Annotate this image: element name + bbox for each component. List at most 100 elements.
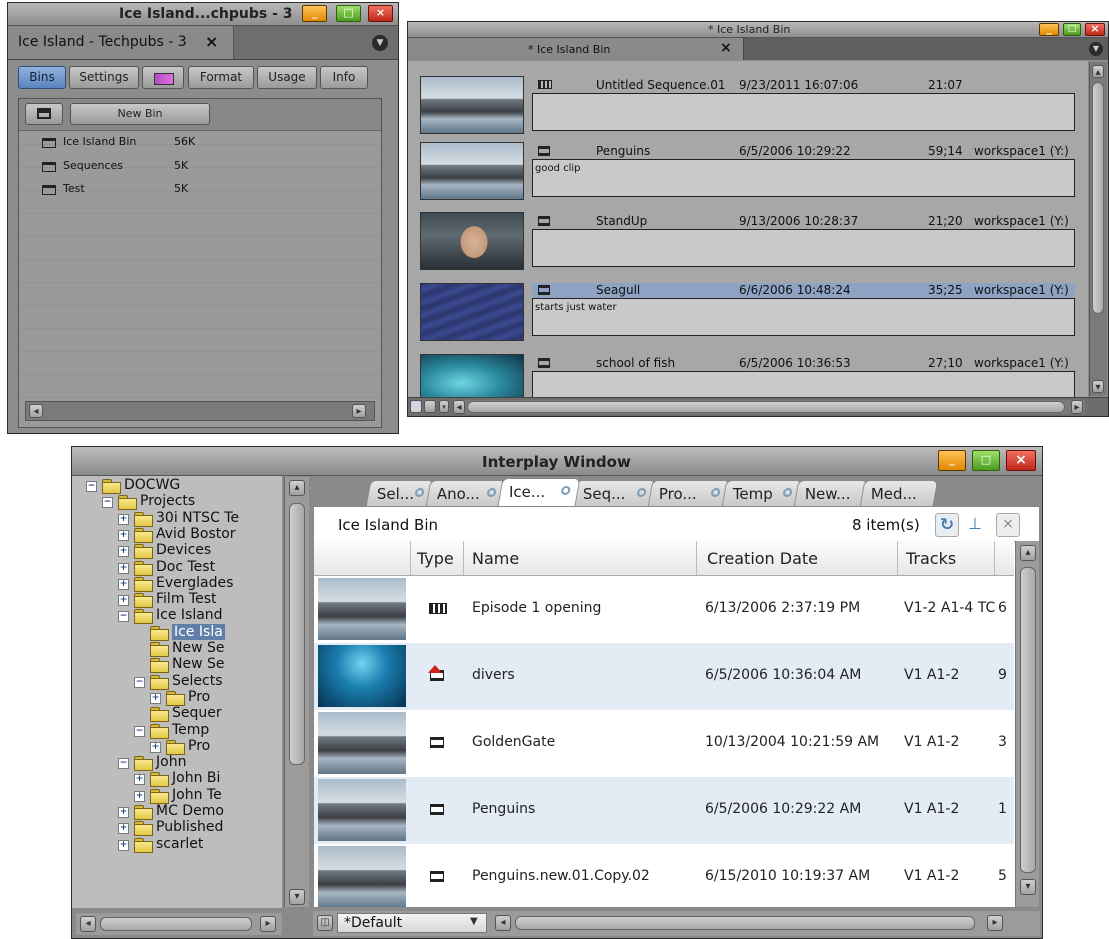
tree-node[interactable]: + John Te (72, 787, 282, 804)
minimize-button[interactable]: _ (1039, 23, 1059, 36)
clip-frame[interactable]: Untitled Sequence.01 9/23/2011 16:07:06 … (408, 61, 1088, 134)
scroll-thumb[interactable] (1092, 82, 1104, 314)
collapse-icon[interactable]: − (118, 611, 129, 623)
clip-thumbnail[interactable] (420, 76, 524, 134)
clip-thumbnail[interactable] (420, 354, 524, 397)
row-thumbnail[interactable] (318, 712, 406, 774)
tree-node[interactable]: +30i NTSC Te (72, 510, 282, 527)
tree-node[interactable]: + Pro (72, 689, 282, 706)
scroll-down-button[interactable]: ▾ (1092, 380, 1104, 393)
interplay-titlebar[interactable]: Interplay Window _ □ × (72, 447, 1042, 476)
scroll-right-button[interactable]: ▸ (260, 916, 276, 932)
tree-node[interactable]: + Doc Test (72, 559, 282, 576)
pin-icon[interactable]: ⊥ (964, 513, 986, 535)
bin-tab[interactable]: * Ice Island Bin × (408, 38, 744, 60)
column-creation-date[interactable]: Creation Date (697, 541, 898, 575)
expand-icon[interactable]: + (118, 513, 129, 525)
expand-icon[interactable]: + (118, 595, 129, 607)
expand-icon[interactable]: + (118, 578, 129, 590)
table-row[interactable]: Episode 1 opening 6/13/2006 2:37:19 PM V1-… (314, 576, 1014, 644)
expand-icon[interactable]: + (118, 823, 129, 835)
clip-thumbnail[interactable] (420, 142, 524, 200)
tree-node[interactable]: − Projects (72, 493, 282, 511)
horizontal-scrollbar[interactable]: ◂ ▸ (493, 914, 1013, 933)
expand-icon[interactable]: + (134, 774, 145, 786)
scroll-left-button[interactable]: ◂ (495, 915, 511, 931)
scroll-right-button[interactable]: ▸ (1071, 400, 1083, 414)
expand-icon[interactable]: + (118, 562, 129, 574)
interplay-tab[interactable]: Ice... (497, 478, 581, 506)
refresh-icon[interactable]: ↻ (935, 513, 959, 537)
minimize-button[interactable]: _ (302, 5, 327, 22)
interplay-tab[interactable]: Ano... (425, 480, 507, 506)
clip-frame-selected[interactable]: Seagull 6/6/2006 10:48:24 35;25 workspac… (408, 274, 1088, 342)
clip-comment-field[interactable]: starts just water (532, 298, 1075, 336)
scroll-thumb[interactable] (100, 917, 252, 931)
scroll-thumb[interactable] (515, 916, 975, 930)
horizontal-scrollbar[interactable]: ◂ ▸ (25, 401, 375, 421)
script-view-button[interactable] (424, 400, 436, 413)
tree-node[interactable]: + Avid Bostor (72, 526, 282, 543)
clip-thumbnail[interactable] (420, 212, 524, 270)
view-menu-button[interactable]: ▾ (439, 400, 449, 413)
row-thumbnail[interactable] (318, 779, 406, 841)
close-button[interactable]: × (1006, 450, 1036, 471)
tab-format[interactable]: Format (188, 66, 254, 89)
maximize-button[interactable]: □ (336, 5, 361, 22)
fast-menu-button[interactable] (25, 103, 63, 125)
expand-icon[interactable]: + (150, 692, 161, 704)
collapse-icon[interactable]: − (86, 481, 97, 492)
tab-info[interactable]: Info (320, 66, 368, 89)
tree-node[interactable]: Ice Isla (72, 623, 282, 641)
scroll-thumb[interactable] (467, 401, 1065, 413)
clip-thumbnail[interactable] (420, 283, 524, 341)
clip-frame[interactable]: StandUp 9/13/2006 10:28:37 21;20 workspa… (408, 203, 1088, 271)
interplay-tab[interactable]: Temp (721, 480, 803, 506)
table-row[interactable]: divers 6/5/2006 10:36:04 AM V1 A1-2 9 (314, 643, 1014, 711)
view-toggle-button[interactable]: ◫ (317, 915, 333, 931)
tab-menu-icon[interactable]: ▼ (1089, 42, 1103, 56)
tab-close-icon[interactable]: × (720, 40, 732, 56)
tab-menu-icon[interactable]: ▼ (372, 35, 388, 51)
tree-node[interactable]: + Film Test (72, 591, 282, 609)
scroll-left-button[interactable]: ◂ (29, 404, 43, 418)
tree-node[interactable]: + Published (72, 819, 282, 837)
row-thumbnail[interactable] (318, 846, 406, 907)
tab-bins[interactable]: Bins (18, 66, 66, 89)
scroll-right-button[interactable]: ▸ (352, 404, 366, 418)
tree-node[interactable]: + Devices (72, 542, 282, 560)
tab-settings[interactable]: Settings (69, 66, 139, 89)
scroll-thumb[interactable] (289, 503, 305, 765)
scroll-right-button[interactable]: ▸ (987, 915, 1003, 931)
collapse-icon[interactable]: − (134, 725, 145, 737)
project-window-titlebar[interactable]: Ice Island...chpubs - 3 _ □ × (8, 3, 398, 26)
expand-icon[interactable]: + (118, 546, 129, 558)
tab-colors[interactable] (142, 66, 184, 89)
tree-node[interactable]: − Ice Island (72, 607, 282, 625)
project-tab[interactable]: Ice Island - Techpubs - 3 × (8, 26, 234, 59)
tree-horizontal-scrollbar[interactable]: ◂ ▸ (76, 913, 282, 935)
clip-comment-field[interactable] (532, 93, 1075, 131)
tree-node[interactable]: − John (72, 754, 282, 772)
tab-usage[interactable]: Usage (257, 66, 317, 89)
new-bin-button[interactable]: New Bin (70, 103, 210, 125)
clip-comment-field[interactable] (532, 371, 1075, 397)
expand-icon[interactable]: + (118, 529, 129, 541)
horizontal-scrollbar[interactable]: ◂ ▸ (453, 400, 1085, 414)
column-type[interactable]: Type (411, 541, 464, 575)
close-button[interactable]: × (368, 5, 393, 22)
column-name[interactable]: Name (464, 541, 697, 575)
clip-comment-field[interactable] (532, 229, 1075, 267)
interplay-tab[interactable]: Sel... (365, 480, 435, 506)
frame-view-button[interactable] (410, 400, 422, 413)
close-button[interactable]: × (1085, 23, 1105, 36)
collapse-icon[interactable]: − (118, 758, 129, 770)
list-item[interactable]: Test 5K (19, 180, 381, 202)
row-thumbnail[interactable] (318, 645, 406, 707)
tree-node[interactable]: − Temp (72, 722, 282, 739)
interplay-tab[interactable]: Med... (859, 480, 939, 506)
scroll-down-button[interactable]: ▾ (1020, 879, 1036, 895)
scroll-left-button[interactable]: ◂ (80, 916, 96, 932)
tree-node[interactable]: New Se (72, 656, 282, 674)
clip-comment-field[interactable]: good clip (532, 159, 1075, 197)
